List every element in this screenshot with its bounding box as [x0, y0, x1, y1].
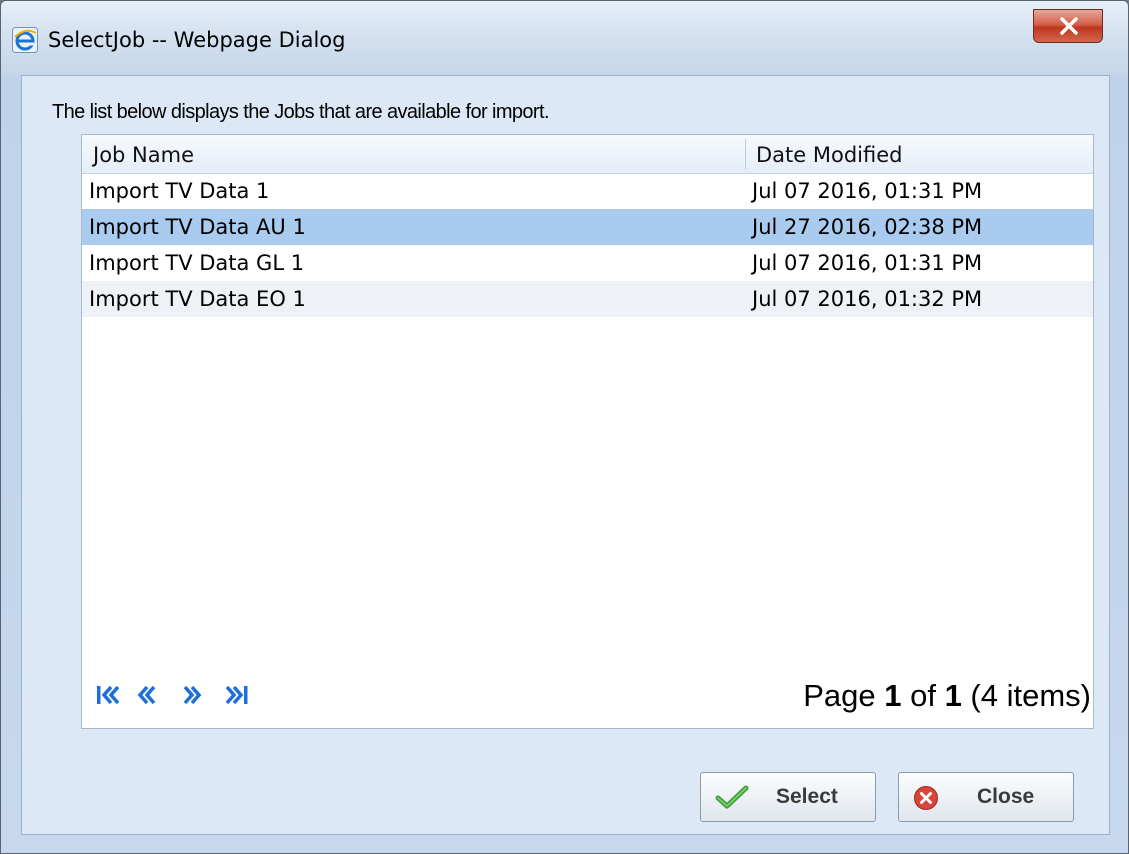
- close-button[interactable]: Close: [898, 772, 1074, 822]
- column-divider[interactable]: [745, 139, 746, 169]
- title-bar[interactable]: SelectJob -- Webpage Dialog: [1, 1, 1128, 75]
- pager: Page 1 of 1 (4 items): [82, 658, 1093, 728]
- internet-explorer-icon: [12, 27, 38, 53]
- table-row[interactable]: Import TV Data GL 1 Jul 07 2016, 01:31 P…: [82, 245, 1093, 281]
- previous-page-icon[interactable]: [135, 684, 163, 706]
- date-modified-cell: Jul 27 2016, 02:38 PM: [752, 215, 983, 239]
- job-name-cell: Import TV Data EO 1: [89, 287, 306, 311]
- date-modified-cell: Jul 07 2016, 01:31 PM: [752, 251, 983, 275]
- dialog-content: The list below displays the Jobs that ar…: [21, 75, 1110, 835]
- close-circle-icon: [913, 785, 939, 817]
- close-x-icon: [1060, 17, 1078, 35]
- description-text: The list below displays the Jobs that ar…: [52, 101, 550, 123]
- table-row[interactable]: Import TV Data EO 1 Jul 07 2016, 01:32 P…: [82, 281, 1093, 317]
- next-page-icon[interactable]: [179, 684, 207, 706]
- page-label: Page: [803, 678, 885, 713]
- of-label: of: [901, 678, 945, 713]
- table-row-selected[interactable]: Import TV Data AU 1 Jul 27 2016, 02:38 P…: [82, 209, 1093, 245]
- window-title: SelectJob -- Webpage Dialog: [48, 28, 346, 52]
- dialog-window: SelectJob -- Webpage Dialog The list bel…: [0, 0, 1129, 854]
- page-info: Page 1 of 1 (4 items): [803, 678, 1091, 714]
- total-pages: 1: [944, 678, 962, 713]
- table-row[interactable]: Import TV Data 1 Jul 07 2016, 01:31 PM: [82, 173, 1093, 209]
- first-page-icon[interactable]: [95, 684, 123, 706]
- last-page-icon[interactable]: [223, 684, 251, 706]
- job-name-cell: Import TV Data GL 1: [89, 251, 305, 275]
- column-header-date-modified[interactable]: Date Modified: [756, 135, 902, 173]
- current-page: 1: [884, 678, 902, 713]
- column-header-job-name[interactable]: Job Name: [93, 135, 194, 173]
- items-count: (4 items): [961, 678, 1091, 713]
- close-button-label: Close: [977, 785, 1035, 808]
- date-modified-cell: Jul 07 2016, 01:31 PM: [752, 179, 983, 203]
- date-modified-cell: Jul 07 2016, 01:32 PM: [752, 287, 983, 311]
- job-name-cell: Import TV Data 1: [89, 179, 270, 203]
- window-close-button[interactable]: [1033, 9, 1103, 43]
- select-button-label: Select: [776, 785, 838, 808]
- checkmark-icon: [715, 785, 749, 815]
- select-button[interactable]: Select: [700, 772, 876, 822]
- jobs-grid: Job Name Date Modified Import TV Data 1 …: [81, 134, 1094, 729]
- job-name-cell: Import TV Data AU 1: [89, 215, 306, 239]
- grid-header: Job Name Date Modified: [82, 135, 1093, 174]
